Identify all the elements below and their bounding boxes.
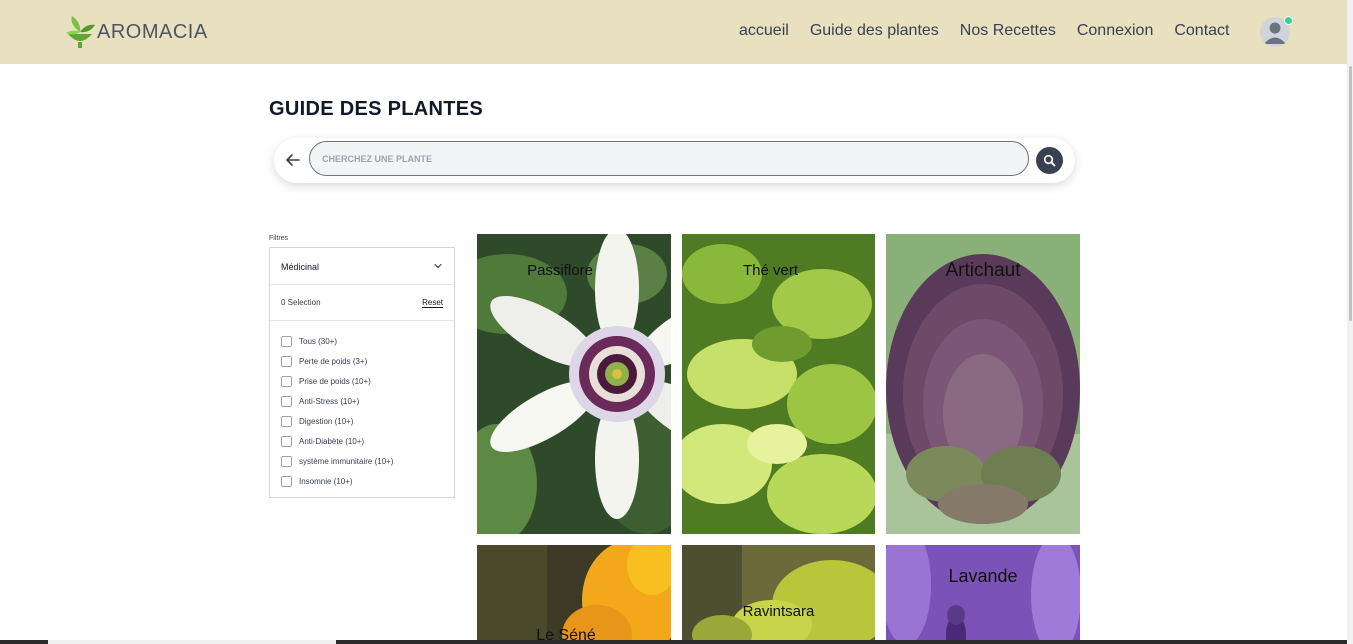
category-dropdown[interactable]: Médicinal (270, 248, 454, 285)
green-tea-image (682, 234, 875, 534)
filter-option-label: Tous (30+) (299, 336, 338, 346)
filter-option-label: Perte de poids (3+) (299, 356, 368, 366)
filter-option[interactable]: système immunitaire (10+) (281, 451, 454, 471)
checkbox[interactable] (281, 475, 292, 487)
plant-card-title: Ravintsara (742, 603, 815, 620)
nav-link-guide-des-plantes[interactable]: Guide des plantes (810, 22, 939, 40)
nav-link-connexion[interactable]: Connexion (1077, 22, 1154, 40)
filter-option[interactable]: Insomnie (10+) (281, 471, 454, 491)
search-icon (1043, 154, 1056, 167)
plant-card-title: Passiflore (527, 262, 593, 279)
search-button[interactable] (1036, 147, 1063, 174)
checkbox[interactable] (281, 415, 292, 427)
filters-label: Filtres (269, 235, 289, 242)
leaf-mortar-icon (66, 16, 95, 48)
plant-card-the-vert[interactable]: Thé vert (682, 234, 875, 534)
filter-option[interactable]: Digestion (10+) (281, 411, 454, 431)
reset-button[interactable]: Reset (422, 298, 443, 308)
plant-card-artichaut[interactable]: Artichaut (886, 234, 1080, 534)
plant-card-ravintsara[interactable]: Ravintsara (682, 545, 875, 644)
scrollbar-thumb[interactable] (1349, 66, 1352, 321)
main-nav: accueil Guide des plantes Nos Recettes C… (739, 22, 1250, 40)
plant-card-lavande[interactable]: Lavande (886, 545, 1080, 644)
filter-option-label: système immunitaire (10+) (299, 456, 394, 466)
brand-logo[interactable]: AROMACIA (64, 14, 208, 50)
ravintsara-leaves-image (682, 545, 875, 644)
filter-option[interactable]: Prise de poids (10+) (281, 371, 454, 391)
nav-link-contact[interactable]: Contact (1174, 22, 1229, 40)
filter-option-label: Anti-Stress (10+) (299, 396, 360, 406)
filter-option-label: Anti-Diabète (10+) (299, 436, 365, 446)
filter-option-label: Digestion (10+) (299, 416, 354, 426)
selection-row: 0 Selection Reset (270, 285, 454, 321)
checkbox[interactable] (281, 455, 292, 467)
brand-name: AROMACIA (97, 20, 208, 43)
plant-card-le-sene[interactable]: Le Séné (477, 545, 671, 644)
passionflower-image (477, 234, 671, 534)
checkbox[interactable] (281, 335, 292, 347)
nav-link-nos-recettes[interactable]: Nos Recettes (960, 22, 1056, 40)
plant-card-title: Lavande (948, 566, 1018, 586)
online-status-dot (1284, 16, 1293, 25)
filter-option-label: Prise de poids (10+) (299, 376, 371, 386)
lavender-image (886, 545, 1080, 644)
filter-option[interactable]: Tous (30+) (281, 331, 454, 351)
nav-link-accueil[interactable]: accueil (739, 22, 789, 40)
chevron-down-icon (434, 263, 442, 269)
checkbox[interactable] (281, 435, 292, 447)
filter-option[interactable]: Anti-Diabète (10+) (281, 431, 454, 451)
checkbox[interactable] (281, 395, 292, 407)
checkbox[interactable] (281, 375, 292, 387)
category-dropdown-value: Médicinal (281, 262, 320, 272)
filter-options-list: Tous (30+) Perte de poids (3+) Prise de … (270, 321, 454, 491)
filter-option-label: Insomnie (10+) (299, 476, 353, 486)
arrow-left-icon[interactable] (283, 150, 303, 170)
filter-panel: Médicinal 0 Selection Reset Tous (30+) P… (269, 247, 455, 498)
plant-card-title: Thé vert (742, 262, 799, 279)
page-title: GUIDE DES PLANTES (269, 98, 484, 120)
checkbox[interactable] (281, 355, 292, 367)
search-bar (274, 138, 1075, 183)
filter-option[interactable]: Anti-Stress (10+) (281, 391, 454, 411)
plant-card-passiflore[interactable]: Passiflore (477, 234, 671, 534)
bottom-edge-highlight (48, 640, 336, 644)
search-input[interactable] (309, 141, 1029, 176)
filter-option[interactable]: Perte de poids (3+) (281, 351, 454, 371)
plant-card-title: Artichaut (945, 260, 1021, 281)
selection-count: 0 Selection (281, 298, 321, 307)
